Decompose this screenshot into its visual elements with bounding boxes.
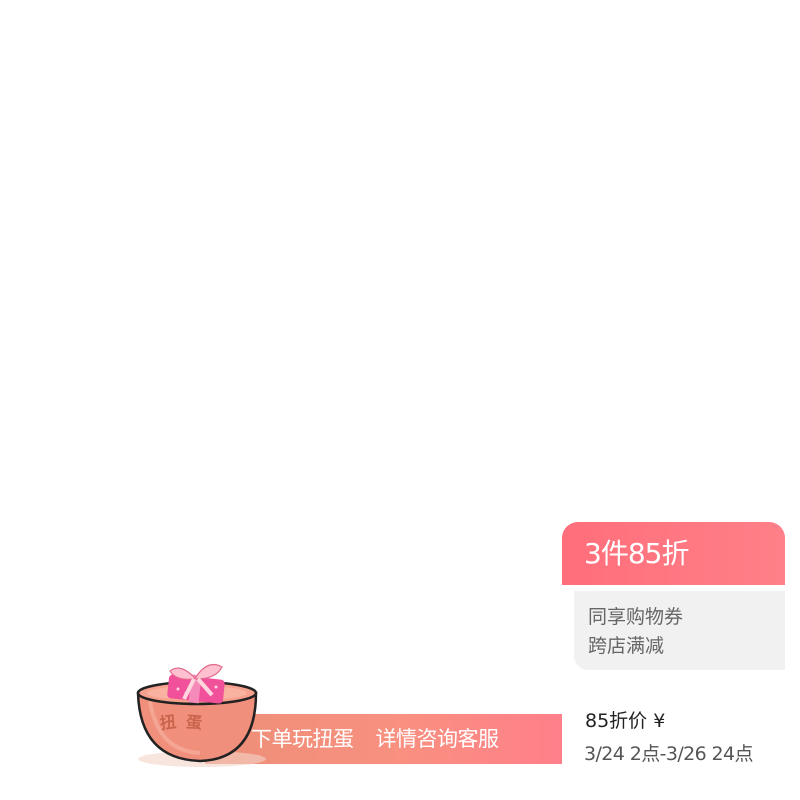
discount-price-label: 85折价 ¥ [585,710,666,732]
capsule-label-egg: 蛋 [185,712,203,733]
promo-headline: 3件85折 [584,537,689,570]
gacha-banner-text: 下单玩扭蛋 详情咨询客服 [251,724,556,754]
promo-date-range: 3/24 2点-3/26 24点 [584,743,754,765]
promo-line-coupon: 同享购物券 [588,606,684,628]
gift-box-icon [167,664,225,704]
capsule-label-twist: 扭 [158,711,178,734]
promo-line-discount: 跨店满减 [588,635,665,657]
banner-text-contact: 详情咨询客服 [375,727,500,751]
